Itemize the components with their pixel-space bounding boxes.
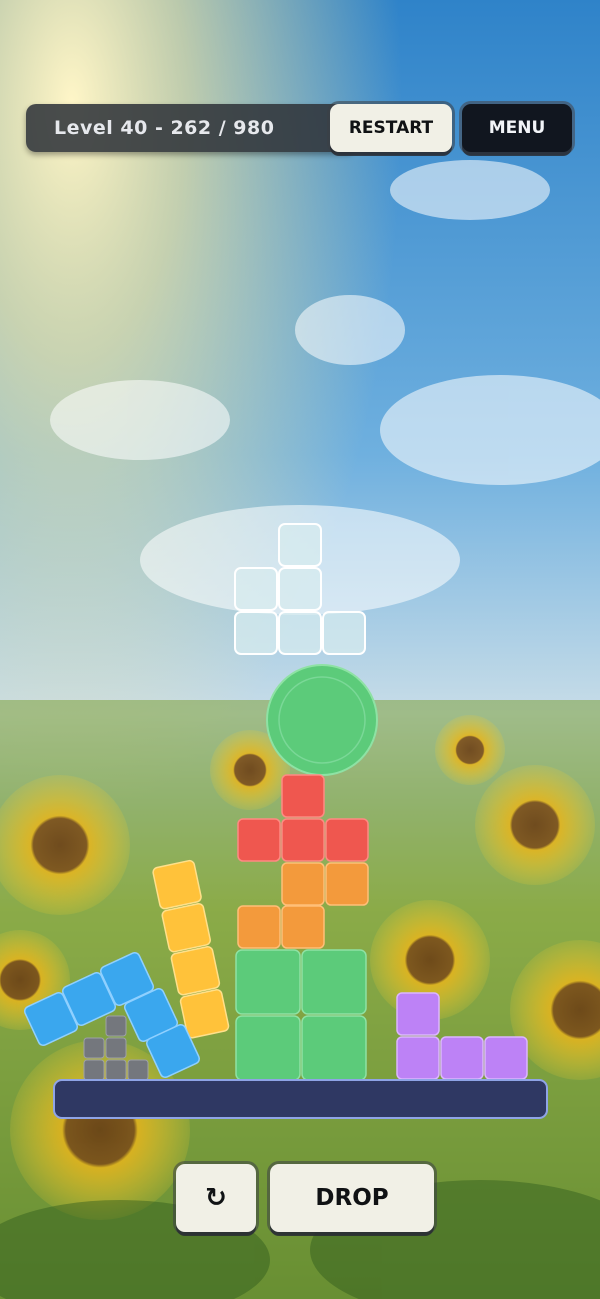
game-scene [0, 0, 600, 1299]
platform [53, 1079, 548, 1119]
rotate-icon: ↻ [205, 1183, 227, 1213]
rotate-button[interactable]: ↻ [176, 1164, 256, 1232]
drop-button[interactable]: DROP [270, 1164, 434, 1232]
menu-button[interactable]: MENU [462, 104, 572, 152]
restart-button[interactable]: RESTART [330, 104, 452, 152]
level-progress-text: Level 40 - 262 / 980 [54, 117, 275, 139]
green-ball [266, 664, 378, 776]
